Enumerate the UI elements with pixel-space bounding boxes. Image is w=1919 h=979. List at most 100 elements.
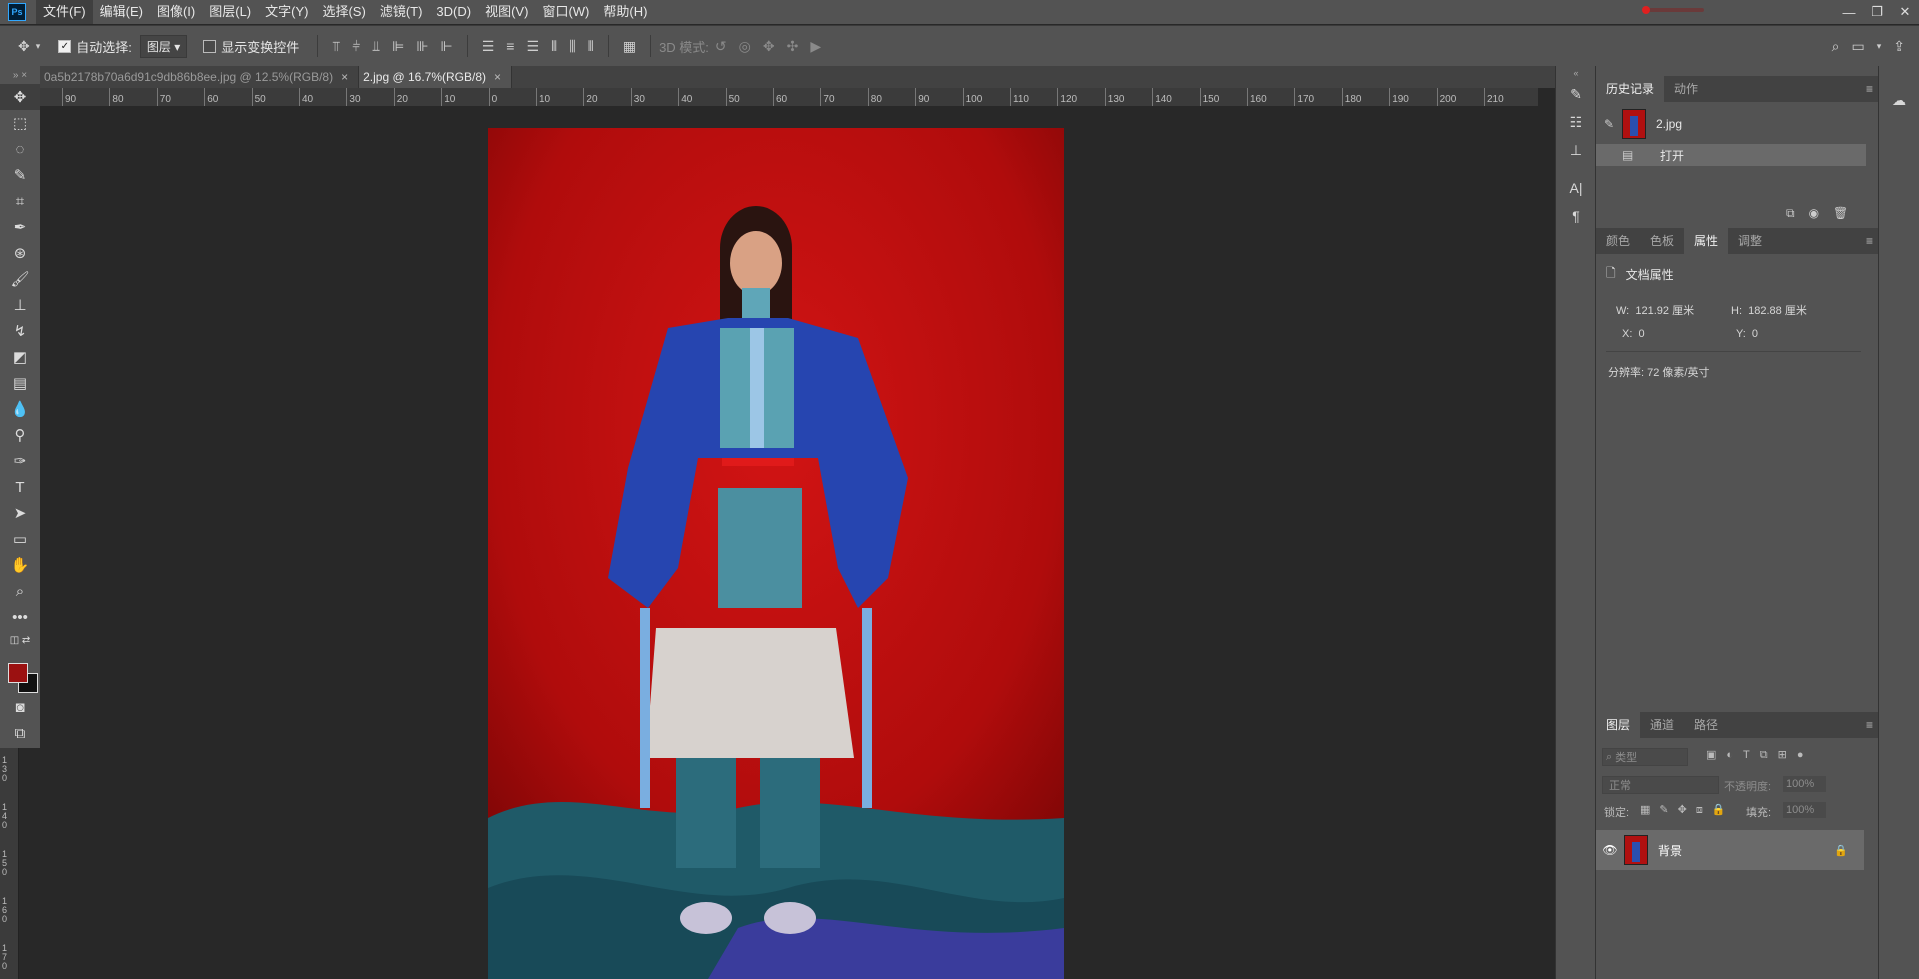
auto-select-dropdown[interactable]: 图层 ▾ [139,34,188,58]
foreground-color-swatch[interactable] [8,663,28,683]
tab-properties[interactable]: 属性 [1684,228,1729,254]
spot-healing-tool-icon[interactable]: ⊛ [0,240,40,266]
height-field[interactable]: H: 182.88 厘米 [1731,302,1807,318]
tab-adjustments[interactable]: 调整 [1728,228,1772,254]
gradient-tool-icon[interactable]: ▤ [0,370,40,396]
layer-filter-input[interactable]: ⌕ 类型 [1602,748,1688,766]
collapse-icon[interactable]: « [1556,66,1596,80]
tab-channels[interactable]: 通道 [1640,712,1684,738]
menu-edit[interactable]: 编辑(E) [93,0,150,24]
brush-settings-icon[interactable]: ☷ [1556,108,1596,136]
align-hcenter-icon[interactable]: ⊪ [416,38,428,55]
lock-icon[interactable]: 🔒 [1834,844,1848,857]
crop-tool-icon[interactable]: ⌗ [0,188,40,214]
align-left-icon[interactable]: ⊫ [392,38,404,55]
tab-paths[interactable]: 路径 [1684,712,1728,738]
distribute-right-icon[interactable]: ⦀ [588,38,594,55]
minimize-button[interactable]: — [1835,5,1863,20]
zoom-tool-icon[interactable]: ⌕ [0,578,40,604]
blend-mode-select[interactable]: 正常 [1602,776,1719,794]
close-icon[interactable]: × [341,70,348,84]
swap-colors-icon[interactable]: ◫ ⇄ [0,630,40,650]
distribute-top-icon[interactable]: ☰ [482,38,495,55]
layer-filter-icons[interactable]: ▣◐T⧉⊞● [1706,748,1813,762]
quick-select-tool-icon[interactable]: ✎ [0,162,40,188]
history-snapshot[interactable]: ✎ 2.jpg [1596,108,1866,140]
character-icon[interactable]: A| [1556,174,1596,202]
history-step[interactable]: ▤ 打开 [1596,144,1866,166]
toolbar-collapse-icon[interactable]: » × [0,66,40,84]
brush-tool-icon[interactable]: 🖌 [0,266,40,292]
path-select-tool-icon[interactable]: ➤ [0,500,40,526]
menu-view[interactable]: 视图(V) [478,0,535,24]
panel-menu-icon[interactable]: ≡ [1866,234,1873,248]
quick-mask-icon[interactable]: ◙ [0,694,40,720]
move-tool-icon[interactable]: ✥ [0,84,40,110]
workspace-icon[interactable]: ▭ [1852,38,1865,55]
lock-icons[interactable]: ▦✎✥⧈🔒 [1640,803,1735,817]
menu-help[interactable]: 帮助(H) [596,0,654,24]
hand-tool-icon[interactable]: ✋ [0,552,40,578]
panel-menu-icon[interactable]: ≡ [1866,82,1873,96]
close-button[interactable]: ✕ [1891,4,1919,20]
clone-source-icon[interactable]: ⊥ [1556,136,1596,164]
screen-mode-icon[interactable]: ⧉ [0,720,40,746]
paragraph-icon[interactable]: ¶ [1556,202,1596,230]
more-tools-icon[interactable]: ••• [0,604,40,630]
close-icon[interactable]: × [494,70,501,84]
tab-layers[interactable]: 图层 [1596,712,1641,738]
pen-tool-icon[interactable]: ✑ [0,448,40,474]
history-brush-tool-icon[interactable]: ↯ [0,318,40,344]
panel-menu-icon[interactable]: ≡ [1866,718,1873,732]
width-field[interactable]: W: 121.92 厘米 [1616,302,1694,318]
search-icon[interactable]: ⌕ [1832,38,1840,55]
lasso-tool-icon[interactable]: ◌ [0,136,40,162]
tab-document-1[interactable]: 0a5b2178b70a6d91c9db86b8ee.jpg @ 12.5%(R… [40,66,360,88]
marquee-tool-icon[interactable]: ⬚ [0,110,40,136]
x-field[interactable]: X: 0 [1622,328,1645,340]
menu-3d[interactable]: 3D(D) [429,0,478,24]
move-tool-icon[interactable]: ✥ [18,38,30,55]
creative-cloud-icon[interactable]: ☁ [1879,86,1919,114]
menu-filter[interactable]: 滤镜(T) [373,0,430,24]
history-footer-icons[interactable]: ⧉◉🗑 [1786,206,1862,221]
tab-document-2[interactable]: 2.jpg @ 16.7%(RGB/8) × [359,66,513,88]
menu-window[interactable]: 窗口(W) [535,0,596,24]
auto-select-checkbox[interactable]: ✓ [58,39,72,53]
align-bottom-icon[interactable]: ⫫ [372,38,380,55]
type-tool-icon[interactable]: T [0,474,40,500]
rectangle-tool-icon[interactable]: ▭ [0,526,40,552]
chevron-down-icon[interactable]: ▾ [1877,41,1882,52]
clone-stamp-tool-icon[interactable]: ⊥ [0,292,40,318]
distribute-vcenter-icon[interactable]: ≡ [506,38,514,54]
menu-image[interactable]: 图像(I) [150,0,202,24]
share-icon[interactable]: ⇪ [1893,38,1905,55]
tab-actions[interactable]: 动作 [1664,76,1708,102]
brush-preset-icon[interactable]: ✎ [1556,80,1596,108]
menu-layer[interactable]: 图层(L) [202,0,258,24]
fill-input[interactable]: 100% [1783,802,1826,818]
tab-history[interactable]: 历史记录 [1596,76,1665,102]
eyedropper-tool-icon[interactable]: ✒ [0,214,40,240]
tab-swatches[interactable]: 色板 [1640,228,1684,254]
tab-color[interactable]: 颜色 [1596,228,1640,254]
distribute-left-icon[interactable]: ⦀ [551,38,557,55]
history-brush-source-icon[interactable]: ✎ [1596,117,1622,131]
y-field[interactable]: Y: 0 [1736,328,1758,340]
eye-icon[interactable]: 👁 [1596,843,1624,857]
distribute-bottom-icon[interactable]: ☰ [526,38,539,55]
chevron-down-icon[interactable]: ▾ [36,41,41,52]
auto-align-icon[interactable]: ▦ [623,38,636,55]
opacity-input[interactable]: 100% [1783,776,1826,792]
distribute-hcenter-icon[interactable]: ⫼ [569,38,575,55]
menu-file[interactable]: 文件(F) [36,0,93,24]
eraser-tool-icon[interactable]: ◩ [0,344,40,370]
align-top-icon[interactable]: ⫪ [332,38,340,55]
document-image[interactable] [488,128,1064,979]
blur-tool-icon[interactable]: 💧 [0,396,40,422]
restore-button[interactable]: ❐ [1863,4,1891,20]
menu-type[interactable]: 文字(Y) [258,0,315,24]
layer-row[interactable]: 👁 背景 🔒 [1596,830,1864,870]
align-right-icon[interactable]: ⊩ [441,38,453,55]
menu-select[interactable]: 选择(S) [315,0,372,24]
